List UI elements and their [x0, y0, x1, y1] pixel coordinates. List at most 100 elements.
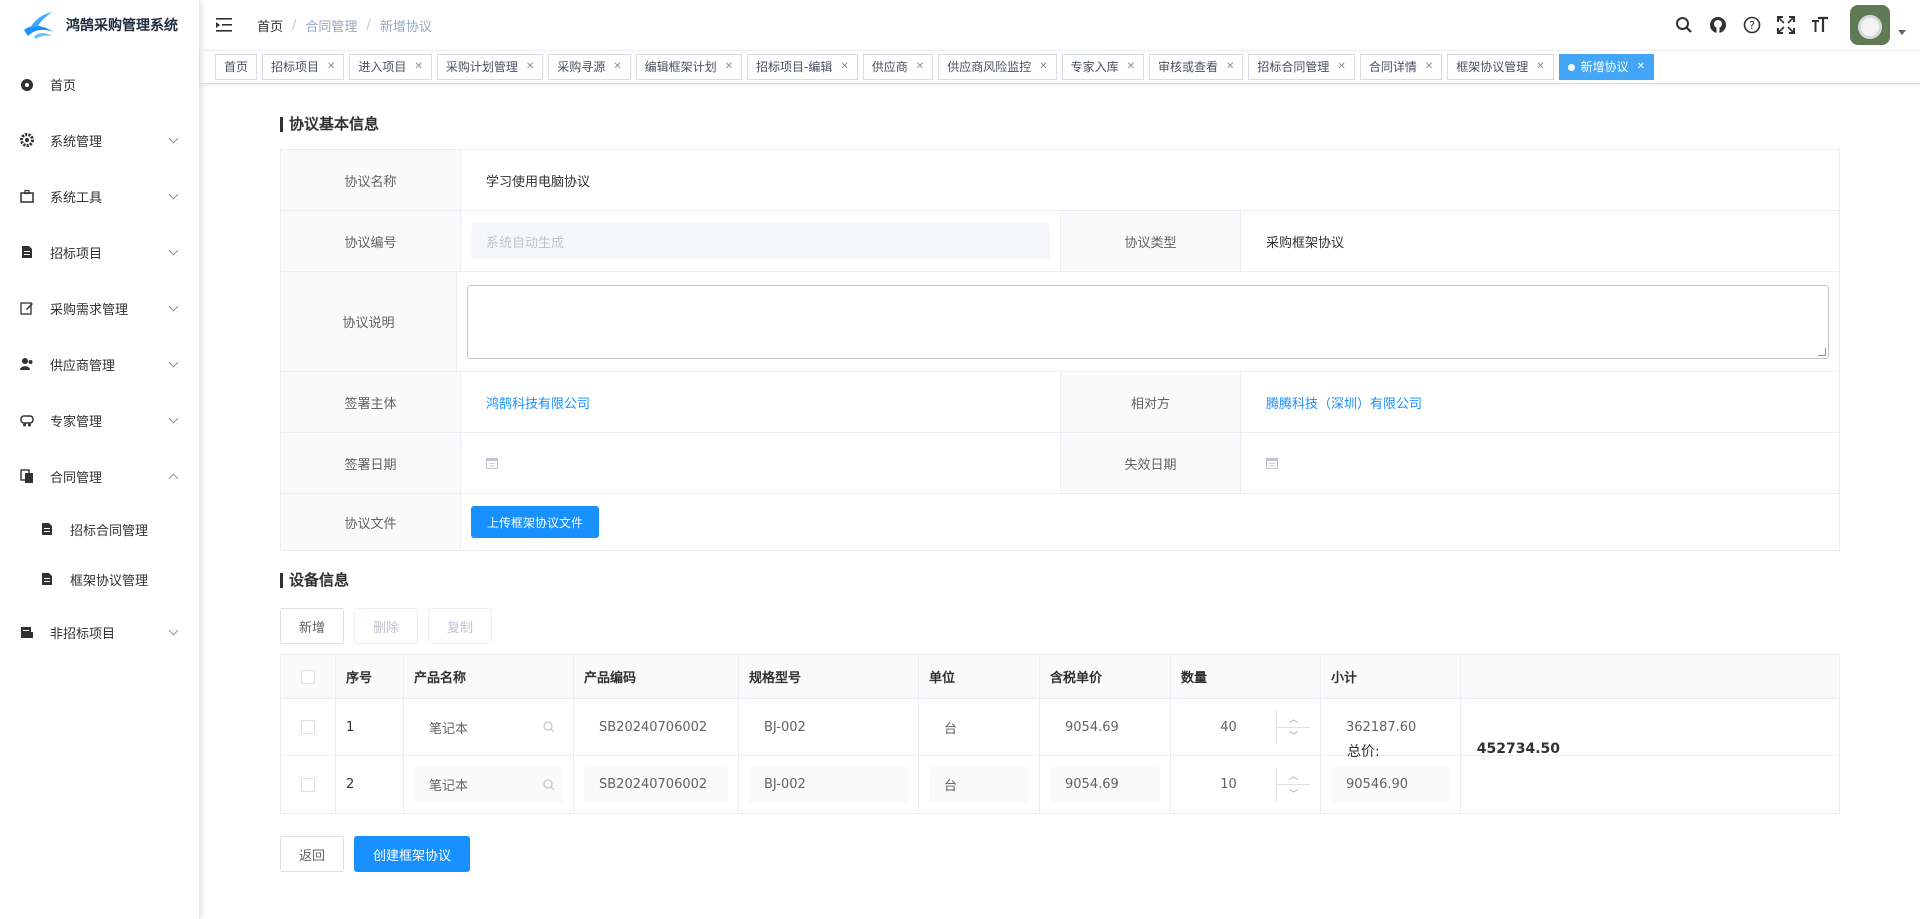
delete-row-button[interactable]: 删除 — [354, 608, 419, 644]
close-icon[interactable]: ✕ — [725, 55, 733, 79]
product-code-input[interactable]: SB20240706002 — [584, 709, 728, 745]
quantity-stepper[interactable]: 10 ︿ ﹀ — [1181, 767, 1310, 803]
unit-input[interactable]: 台 — [929, 709, 1029, 745]
close-icon[interactable]: ✕ — [1637, 55, 1645, 79]
caret-down-icon[interactable] — [1898, 29, 1906, 35]
sidebar-item-expert[interactable]: 专家管理 — [0, 392, 199, 448]
sidebar-item-system[interactable]: 系统管理 — [0, 112, 199, 168]
tag-item[interactable]: 合同详情 ✕ — [1359, 54, 1443, 80]
create-agreement-button[interactable]: 创建框架协议 — [354, 836, 471, 872]
close-icon[interactable]: ✕ — [1226, 55, 1234, 79]
row-no: 1 — [336, 699, 404, 755]
tag-home[interactable]: 首页 — [215, 54, 258, 80]
menu-fold-icon[interactable] — [216, 17, 234, 33]
spec-input[interactable]: BJ-002 — [749, 709, 908, 745]
avatar[interactable] — [1850, 5, 1890, 45]
description-textarea[interactable] — [467, 284, 1829, 359]
row-checkbox[interactable] — [301, 720, 315, 734]
sidebar-subitem-bid-contract[interactable]: 招标合同管理 — [0, 504, 199, 554]
close-icon[interactable]: ✕ — [327, 55, 335, 79]
tag-item[interactable]: 审核或查看 ✕ — [1149, 54, 1244, 80]
sidebar-item-tools[interactable]: 系统工具 — [0, 168, 199, 224]
tag-item[interactable]: 框架协议管理 ✕ — [1447, 54, 1554, 80]
tag-item[interactable]: 招标项目 ✕ — [262, 54, 345, 80]
price-cell: 9054.69 — [1040, 756, 1171, 813]
sidebar-item-supplier[interactable]: 供应商管理 — [0, 336, 199, 392]
agreement-type-value[interactable]: 采购框架协议 — [1241, 211, 1839, 271]
sidebar-item-demand[interactable]: 采购需求管理 — [0, 280, 199, 336]
sidebar-item-nonbid[interactable]: 非招标项目 — [0, 604, 199, 660]
app-logo[interactable]: 鸿鹄采购管理系统 — [0, 0, 199, 50]
close-icon[interactable]: ✕ — [916, 55, 924, 79]
signing-party-link[interactable]: 鸿鹄科技有限公司 — [461, 372, 1061, 432]
edit-icon — [20, 301, 34, 315]
subtotal-value: 90546.90 — [1331, 766, 1450, 803]
tag-item[interactable]: 招标项目-编辑 ✕ — [747, 54, 858, 80]
tag-item[interactable]: 采购计划管理 ✕ — [436, 54, 544, 80]
expire-date-picker[interactable] — [1241, 433, 1839, 493]
unit-cell: 台 — [919, 756, 1040, 813]
resize-handle-icon[interactable] — [1818, 347, 1826, 356]
section-title-basic: 协议基本信息 — [280, 117, 1840, 132]
product-name-input[interactable]: 笔记本 — [414, 709, 563, 745]
increase-icon[interactable]: ︿ — [1277, 710, 1310, 728]
quantity-stepper[interactable]: 40 ︿ ﹀ — [1181, 709, 1310, 745]
tag-item[interactable]: 招标合同管理 ✕ — [1248, 54, 1355, 80]
tag-item[interactable]: 供应商 ✕ — [862, 54, 934, 80]
product-name-input[interactable]: 笔记本 — [414, 766, 563, 803]
tag-item[interactable]: 供应商风险监控 ✕ — [938, 54, 1057, 80]
price-cell: 9054.69 — [1040, 699, 1171, 755]
close-icon[interactable]: ✕ — [1425, 55, 1433, 79]
increase-icon[interactable]: ︿ — [1277, 768, 1310, 785]
tag-item[interactable]: 编辑框架计划 ✕ — [635, 54, 743, 80]
close-icon[interactable]: ✕ — [613, 55, 621, 79]
select-all-checkbox[interactable] — [301, 669, 315, 684]
field-label: 协议说明 — [281, 272, 457, 371]
counterparty-link[interactable]: 腾腾科技（深圳）有限公司 — [1241, 372, 1839, 432]
product-code-cell: SB20240706002 — [574, 699, 739, 755]
row-checkbox[interactable] — [301, 777, 315, 792]
close-icon[interactable]: ✕ — [1039, 55, 1047, 79]
upload-file-button[interactable]: 上传框架协议文件 — [471, 506, 600, 538]
decrease-icon[interactable]: ﹀ — [1277, 785, 1310, 802]
breadcrumb-item[interactable]: 首页 — [257, 16, 283, 35]
fullscreen-icon[interactable] — [1776, 15, 1796, 35]
search-icon[interactable] — [543, 721, 555, 733]
close-icon[interactable]: ✕ — [414, 55, 422, 79]
close-icon[interactable]: ✕ — [1337, 55, 1345, 79]
sidebar-item-contract[interactable]: 合同管理 — [0, 448, 199, 504]
font-size-icon[interactable] — [1810, 15, 1830, 35]
product-code-input[interactable]: SB20240706002 — [584, 766, 728, 803]
tag-label: 采购计划管理 — [445, 60, 518, 74]
gear-icon — [20, 133, 34, 147]
close-icon[interactable]: ✕ — [1536, 55, 1544, 79]
tag-item[interactable]: 进入项目 ✕ — [349, 54, 432, 80]
sidebar-subitem-framework[interactable]: 框架协议管理 — [0, 554, 199, 604]
tag-item[interactable]: 采购寻源 ✕ — [548, 54, 631, 80]
search-icon[interactable] — [543, 778, 555, 791]
row-select-cell — [281, 756, 336, 813]
copy-row-button[interactable]: 复制 — [428, 608, 493, 644]
add-row-button[interactable]: 新增 — [280, 608, 345, 644]
back-button[interactable]: 返回 — [280, 836, 345, 872]
price-input[interactable]: 9054.69 — [1050, 766, 1160, 803]
search-icon[interactable] — [1674, 15, 1694, 35]
help-icon[interactable]: ? — [1742, 15, 1762, 35]
close-icon[interactable]: ✕ — [840, 55, 848, 79]
equipment-table: 序号 产品名称 产品编码 规格型号 单位 含税单价 数量 小计 1 笔记本 SB… — [280, 654, 1840, 814]
close-icon[interactable]: ✕ — [1127, 55, 1135, 79]
unit-input[interactable]: 台 — [929, 766, 1029, 803]
close-icon[interactable]: ✕ — [526, 55, 534, 79]
sign-date-picker[interactable] — [461, 433, 1061, 493]
price-input[interactable]: 9054.69 — [1050, 709, 1160, 745]
column-header: 数量 — [1171, 655, 1321, 698]
tag-item[interactable]: 专家入库 ✕ — [1061, 54, 1144, 80]
tag-item-active[interactable]: 新增协议 ✕ — [1558, 54, 1655, 80]
agreement-name-value[interactable]: 学习使用电脑协议 — [461, 150, 1839, 210]
github-icon[interactable] — [1708, 15, 1728, 35]
sidebar-item-home[interactable]: 首页 — [0, 56, 199, 112]
decrease-icon[interactable]: ﹀ — [1277, 728, 1310, 745]
sidebar-item-bidding[interactable]: 招标项目 — [0, 224, 199, 280]
spec-input[interactable]: BJ-002 — [749, 766, 908, 803]
chevron-down-icon — [168, 245, 179, 256]
